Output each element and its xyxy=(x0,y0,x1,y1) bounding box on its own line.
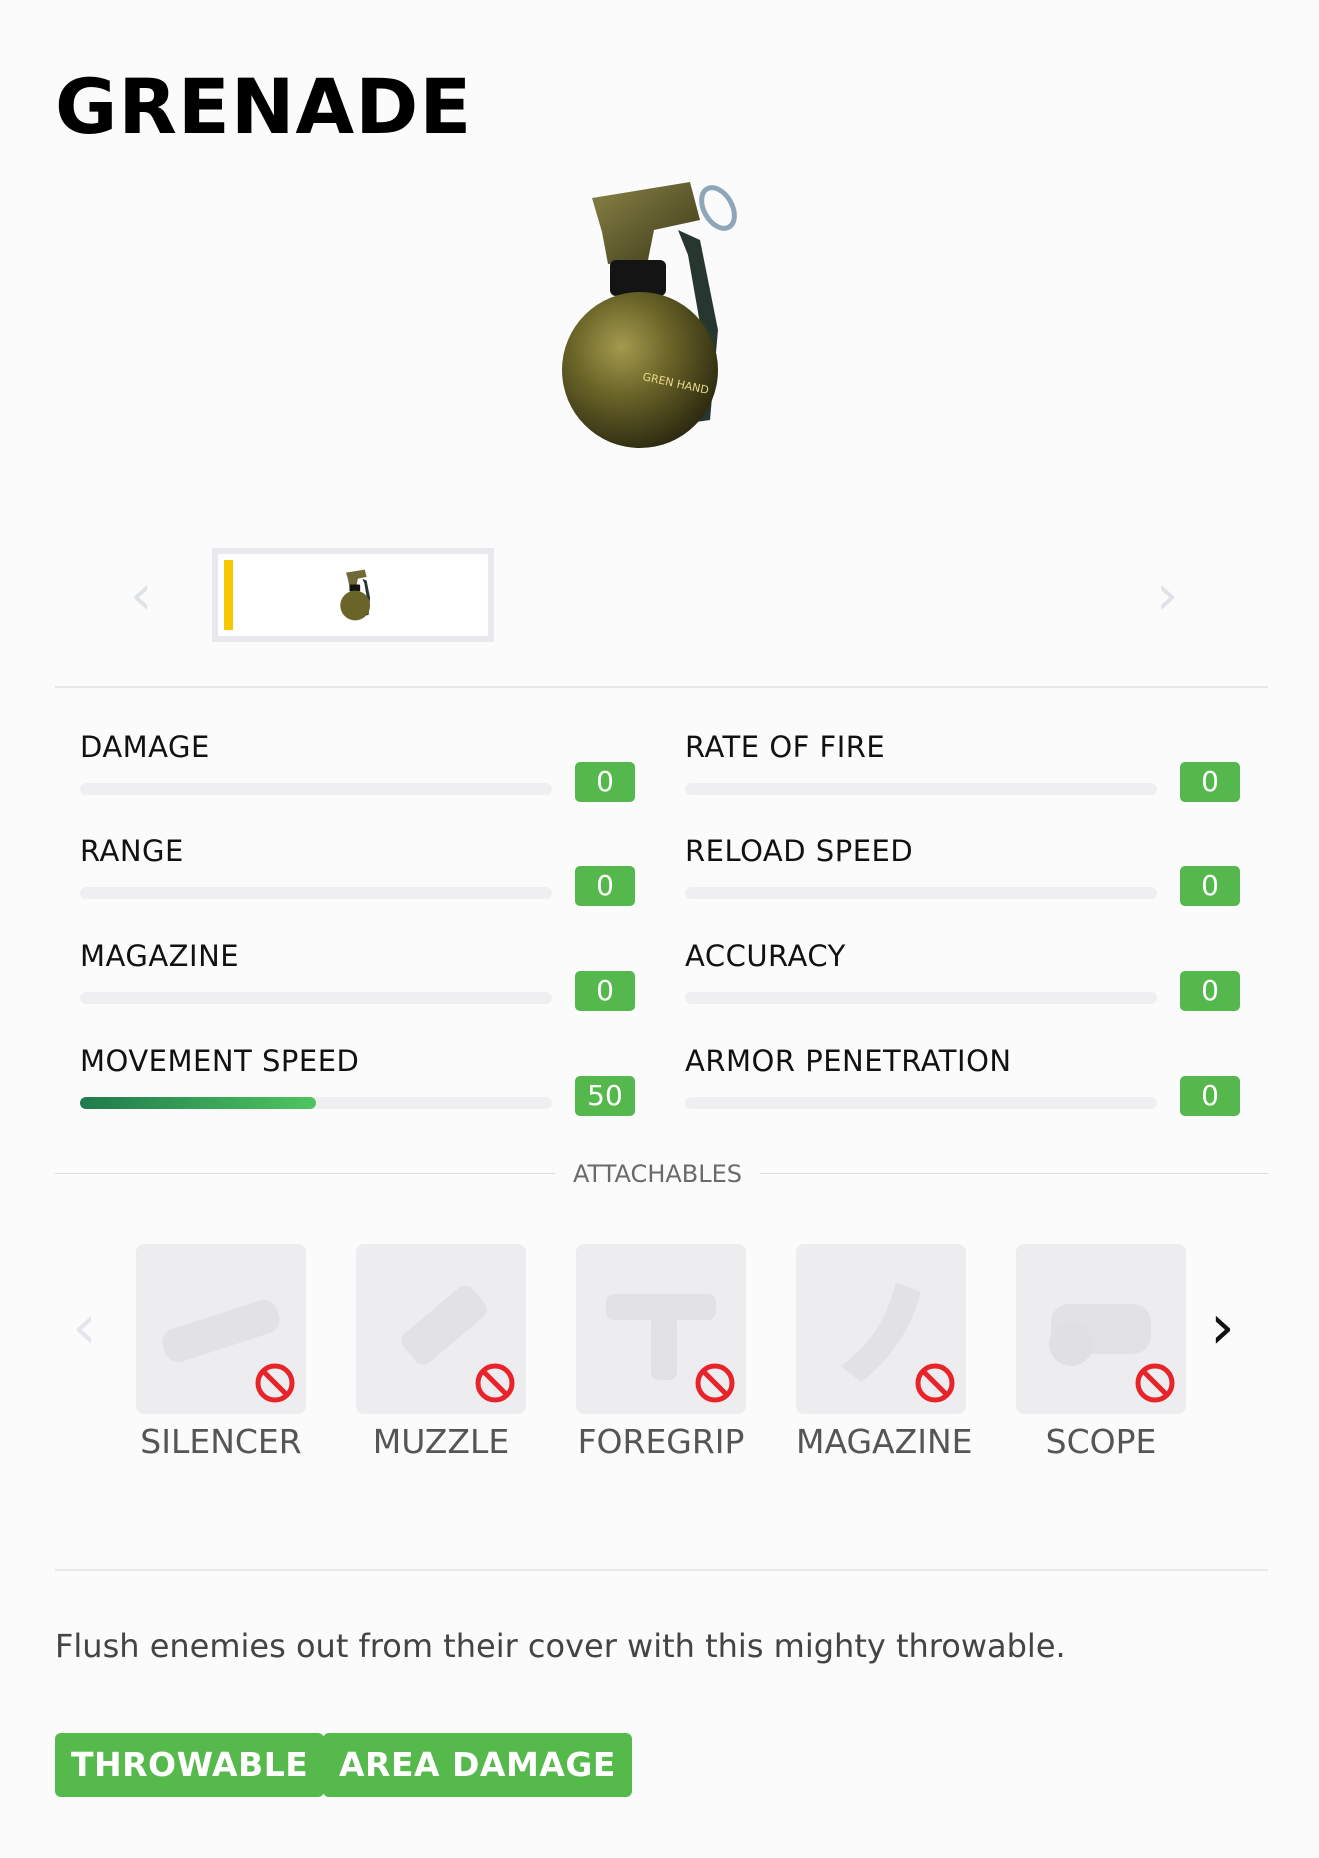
gallery-prev-arrow-icon[interactable]: ‹ xyxy=(130,568,152,624)
attachable-name: FOREGRIP xyxy=(577,1422,745,1461)
attachable-tile[interactable] xyxy=(796,1244,966,1414)
divider xyxy=(55,686,1268,688)
ban-icon xyxy=(1135,1363,1175,1403)
stat-accuracy: ACCURACY 0 xyxy=(660,939,1240,1039)
stat-bar-fill xyxy=(80,1097,316,1109)
stat-label: RATE OF FIRE xyxy=(685,730,886,764)
attachable-tile[interactable] xyxy=(356,1244,526,1414)
divider xyxy=(55,1569,1268,1571)
stat-value-badge: 0 xyxy=(575,866,635,906)
stat-armor-penetration: ARMOR PENETRATION 0 xyxy=(660,1044,1240,1144)
stat-label: ARMOR PENETRATION xyxy=(685,1044,1012,1078)
stat-bar xyxy=(80,887,552,899)
attachables-next-arrow-icon[interactable]: › xyxy=(1210,1296,1235,1358)
ban-icon xyxy=(475,1363,515,1403)
attachable-foregrip[interactable]: FOREGRIP xyxy=(576,1244,746,1461)
stat-label: ACCURACY xyxy=(685,939,846,973)
stat-value-badge: 0 xyxy=(1180,971,1240,1011)
item-title: GRENADE xyxy=(55,62,473,151)
attachable-name: MAGAZINE xyxy=(796,1422,973,1461)
divider xyxy=(55,1173,555,1174)
attachable-name: MUZZLE xyxy=(372,1422,510,1461)
stat-damage: DAMAGE 0 xyxy=(55,730,635,830)
tag-area-damage: AREA DAMAGE xyxy=(323,1733,632,1797)
stat-bar xyxy=(80,992,552,1004)
attachable-magazine[interactable]: MAGAZINE xyxy=(796,1244,973,1461)
attachable-name: SCOPE xyxy=(1045,1422,1157,1461)
attachable-tile[interactable] xyxy=(576,1244,746,1414)
attachable-silencer[interactable]: SILENCER xyxy=(136,1244,306,1461)
attachable-tile[interactable] xyxy=(1016,1244,1186,1414)
stat-bar xyxy=(685,887,1157,899)
stat-bar xyxy=(80,783,552,795)
stat-value-badge: 0 xyxy=(1180,1076,1240,1116)
attachable-tile[interactable] xyxy=(136,1244,306,1414)
ban-icon xyxy=(255,1363,295,1403)
ban-icon xyxy=(915,1363,955,1403)
stat-range: RANGE 0 xyxy=(55,834,635,934)
stat-label: MOVEMENT SPEED xyxy=(80,1044,360,1078)
grenade-image: GREN HAND xyxy=(562,182,737,448)
stat-magazine: MAGAZINE 0 xyxy=(55,939,635,1039)
stat-reload-speed: RELOAD SPEED 0 xyxy=(660,834,1240,934)
ban-icon xyxy=(695,1363,735,1403)
stat-movement-speed: MOVEMENT SPEED 50 xyxy=(55,1044,635,1144)
tag-throwable: THROWABLE xyxy=(55,1733,325,1797)
stat-value-badge: 50 xyxy=(575,1076,635,1116)
stat-rate-of-fire: RATE OF FIRE 0 xyxy=(660,730,1240,830)
grenade-thumbnail-image xyxy=(340,569,371,621)
attachables-prev-arrow-icon[interactable]: ‹ xyxy=(72,1296,97,1358)
attachables-heading: ATTACHABLES xyxy=(572,1160,743,1188)
stat-bar xyxy=(80,1097,552,1109)
item-description: Flush enemies out from their cover with … xyxy=(55,1627,1066,1665)
attachable-scope[interactable]: SCOPE xyxy=(1016,1244,1186,1461)
stat-value-badge: 0 xyxy=(1180,866,1240,906)
stat-label: DAMAGE xyxy=(80,730,210,764)
stat-bar xyxy=(685,783,1157,795)
stat-bar xyxy=(685,992,1157,1004)
divider xyxy=(760,1173,1268,1174)
stat-label: RELOAD SPEED xyxy=(685,834,914,868)
gallery-next-arrow-icon[interactable]: › xyxy=(1156,568,1178,624)
attachable-muzzle[interactable]: MUZZLE xyxy=(356,1244,526,1461)
stat-value-badge: 0 xyxy=(1180,762,1240,802)
stat-label: RANGE xyxy=(80,834,184,868)
stat-value-badge: 0 xyxy=(575,762,635,802)
stat-value-badge: 0 xyxy=(575,971,635,1011)
gallery-thumbnail-selected[interactable] xyxy=(212,548,494,642)
attachable-name: SILENCER xyxy=(140,1422,302,1461)
selected-marker xyxy=(224,560,233,630)
stat-bar xyxy=(685,1097,1157,1109)
stat-label: MAGAZINE xyxy=(80,939,240,973)
